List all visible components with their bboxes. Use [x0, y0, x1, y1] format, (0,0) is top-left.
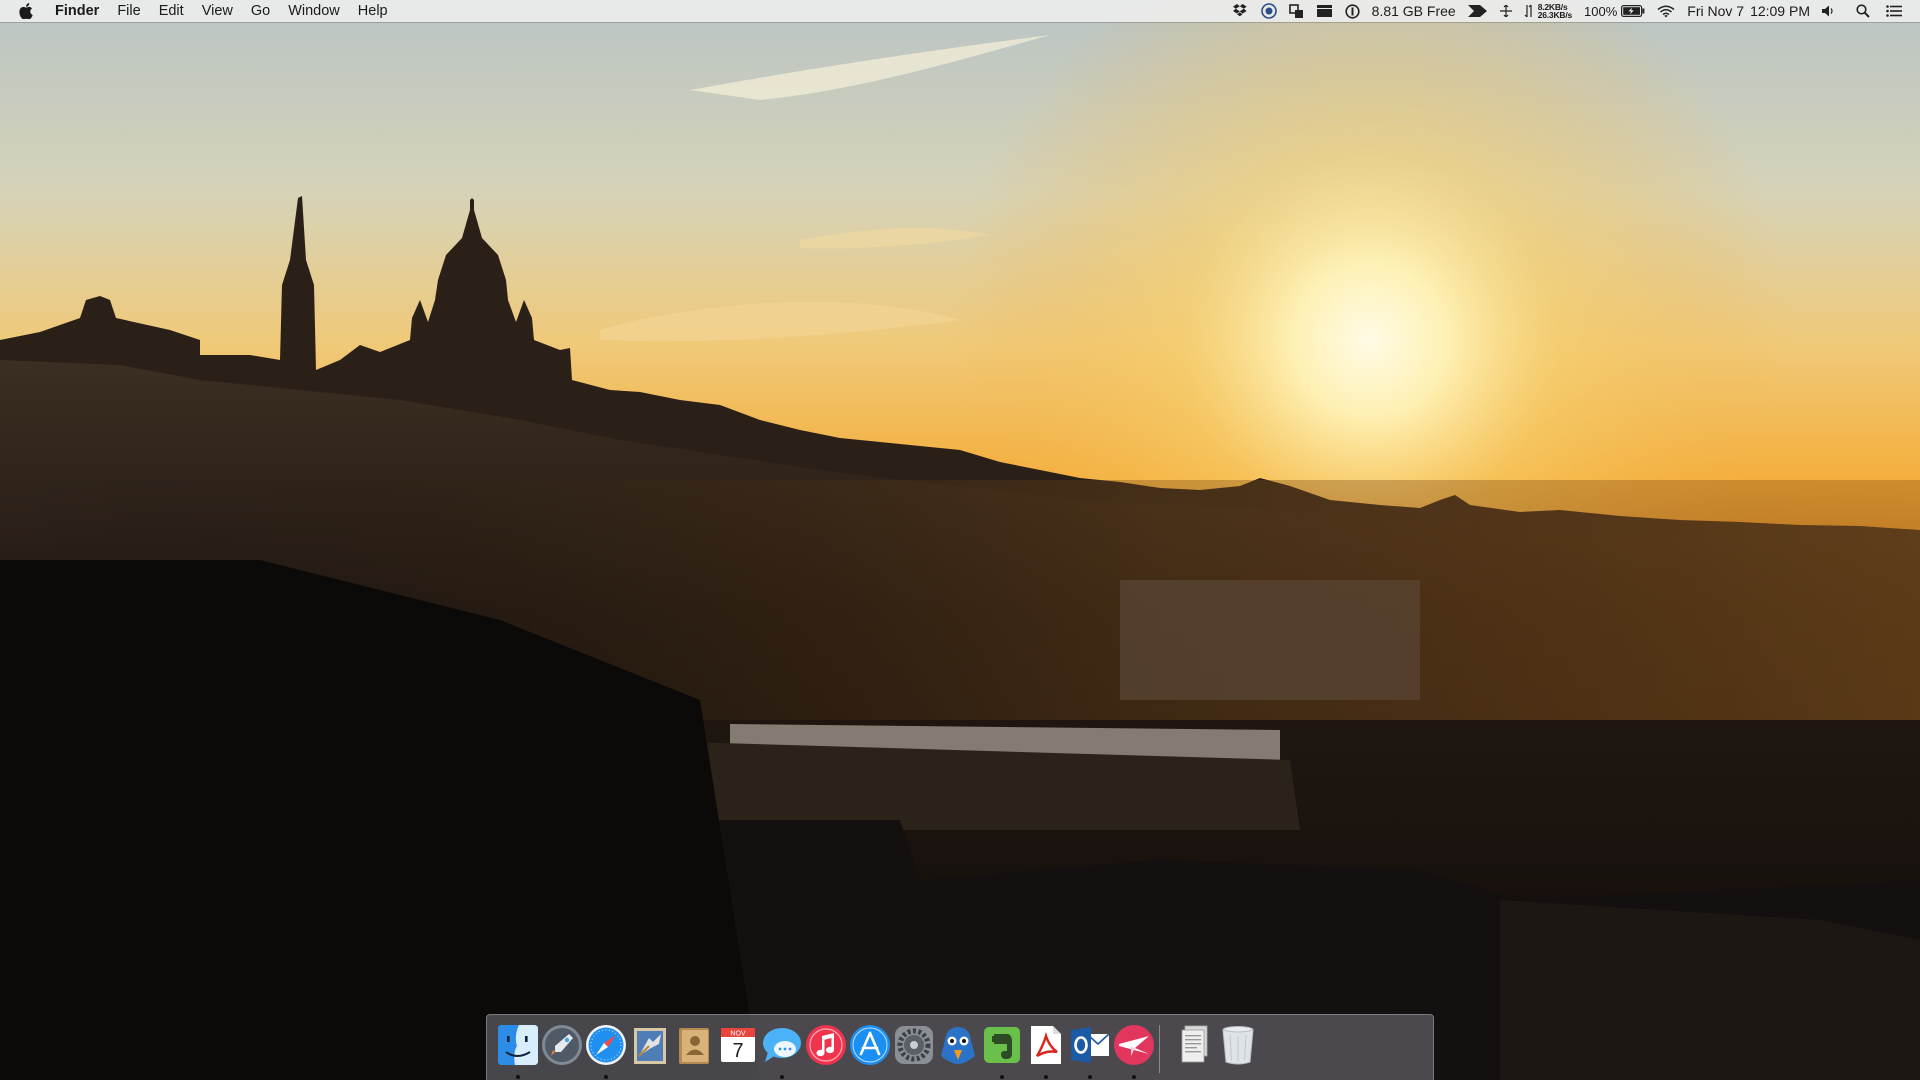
dock-contacts[interactable]: [671, 1022, 717, 1068]
clock-date[interactable]: Fri Nov 7: [1681, 0, 1750, 22]
volume-status[interactable]: [1816, 0, 1842, 22]
clock-time[interactable]: 12:09 PM: [1750, 0, 1816, 22]
dock-system-preferences[interactable]: [891, 1022, 937, 1068]
dock-calendar[interactable]: NOV 7: [715, 1022, 761, 1068]
calendar-icon: NOV 7: [721, 1028, 755, 1062]
dock-finder[interactable]: [495, 1022, 541, 1068]
dock-itunes[interactable]: [803, 1022, 849, 1068]
menu-bar: Finder File Edit View Go Window Help 8.8…: [0, 0, 1920, 22]
dock: NOV 7: [486, 1014, 1434, 1080]
battery-status[interactable]: 100%: [1578, 0, 1651, 22]
wifi-icon: [1657, 5, 1675, 17]
messages-running-indicator: [780, 1075, 784, 1079]
dock-safari[interactable]: [583, 1022, 629, 1068]
acrobat-icon: [1031, 1026, 1061, 1064]
dock-separator: [1159, 1025, 1160, 1073]
system-preferences-icon: [895, 1026, 933, 1064]
dock-evernote[interactable]: [979, 1022, 1025, 1068]
apple-logo-icon: [19, 3, 33, 19]
launchpad-icon: [542, 1025, 582, 1065]
overlapping-windows-icon: [1288, 3, 1303, 18]
menu-app-finder[interactable]: Finder: [52, 0, 108, 22]
finder-running-indicator: [516, 1075, 520, 1079]
dock-trash[interactable]: [1215, 1022, 1261, 1068]
menu-help[interactable]: Help: [349, 0, 397, 22]
1password-icon: [1345, 3, 1360, 19]
apple-menu[interactable]: [0, 0, 52, 22]
notification-list-icon: [1886, 5, 1902, 17]
wifi-status[interactable]: [1651, 0, 1681, 22]
dock-tweetbot[interactable]: [935, 1022, 981, 1068]
trash-icon: [1222, 1026, 1254, 1065]
dock-airmail[interactable]: [1111, 1022, 1157, 1068]
menu-view[interactable]: View: [193, 0, 242, 22]
outlook-running-indicator: [1088, 1075, 1092, 1079]
disk-free-status[interactable]: 8.81 GB Free: [1366, 0, 1462, 22]
app-store-icon: [850, 1025, 890, 1065]
contacts-icon: [679, 1028, 709, 1064]
speaker-icon: [1822, 5, 1833, 17]
dock-app-store[interactable]: [847, 1022, 893, 1068]
evernote-icon: [984, 1027, 1020, 1063]
sync-status[interactable]: [1255, 0, 1283, 22]
desktop[interactable]: Finder File Edit View Go Window Help 8.8…: [0, 0, 1920, 1080]
search-icon: [1856, 4, 1870, 18]
tweetbot-icon: [941, 1027, 975, 1064]
dropbox-icon: [1232, 4, 1247, 17]
menu-edit[interactable]: Edit: [150, 0, 193, 22]
menu-window[interactable]: Window: [279, 0, 349, 22]
network-monitor-status[interactable]: 8.2KB/s 26.3KB/s: [1518, 0, 1578, 22]
dock-messages[interactable]: [759, 1022, 805, 1068]
drive-icon: [1316, 5, 1332, 17]
spotlight-status[interactable]: [1842, 0, 1876, 22]
wing-icon: [1467, 5, 1487, 17]
sync-icon: [1260, 3, 1277, 19]
drive-status[interactable]: [1310, 0, 1339, 22]
windows-status[interactable]: [1283, 0, 1310, 22]
network-arrows-icon: [1524, 4, 1532, 18]
dock-mail[interactable]: [627, 1022, 673, 1068]
filezilla-status[interactable]: [1462, 0, 1494, 22]
dock-launchpad[interactable]: [539, 1022, 585, 1068]
dropbox-status[interactable]: [1227, 0, 1255, 22]
dock-documents-stack[interactable]: [1171, 1022, 1217, 1068]
battery-charging-icon: [1621, 5, 1645, 17]
itunes-icon: [806, 1025, 846, 1065]
airmail-icon: [1114, 1025, 1154, 1065]
calendar-month: NOV: [730, 1031, 746, 1038]
dock-outlook[interactable]: [1067, 1022, 1113, 1068]
evernote-running-indicator: [1000, 1075, 1004, 1079]
move-status[interactable]: [1494, 0, 1518, 22]
safari-icon: [586, 1025, 626, 1065]
mail-icon: [634, 1028, 666, 1064]
finder-icon: [498, 1025, 538, 1065]
notification-center-status[interactable]: [1876, 0, 1908, 22]
password-status[interactable]: [1339, 0, 1366, 22]
net-down-rate: 26.3KB/s: [1537, 10, 1573, 20]
documents-stack-icon: [1181, 1025, 1208, 1063]
safari-running-indicator: [604, 1075, 608, 1079]
menu-go[interactable]: Go: [242, 0, 279, 22]
airmail-running-indicator: [1132, 1075, 1136, 1079]
acrobat-running-indicator: [1044, 1075, 1048, 1079]
dock-acrobat[interactable]: [1023, 1022, 1069, 1068]
outlook-icon: [1071, 1027, 1110, 1063]
battery-percent: 100%: [1584, 3, 1618, 19]
calendar-day: 7: [732, 1040, 743, 1062]
messages-icon: [763, 1028, 801, 1062]
wallpaper: [0, 0, 1920, 1080]
menu-file[interactable]: File: [108, 0, 149, 22]
move-arrows-icon: [1499, 5, 1512, 17]
